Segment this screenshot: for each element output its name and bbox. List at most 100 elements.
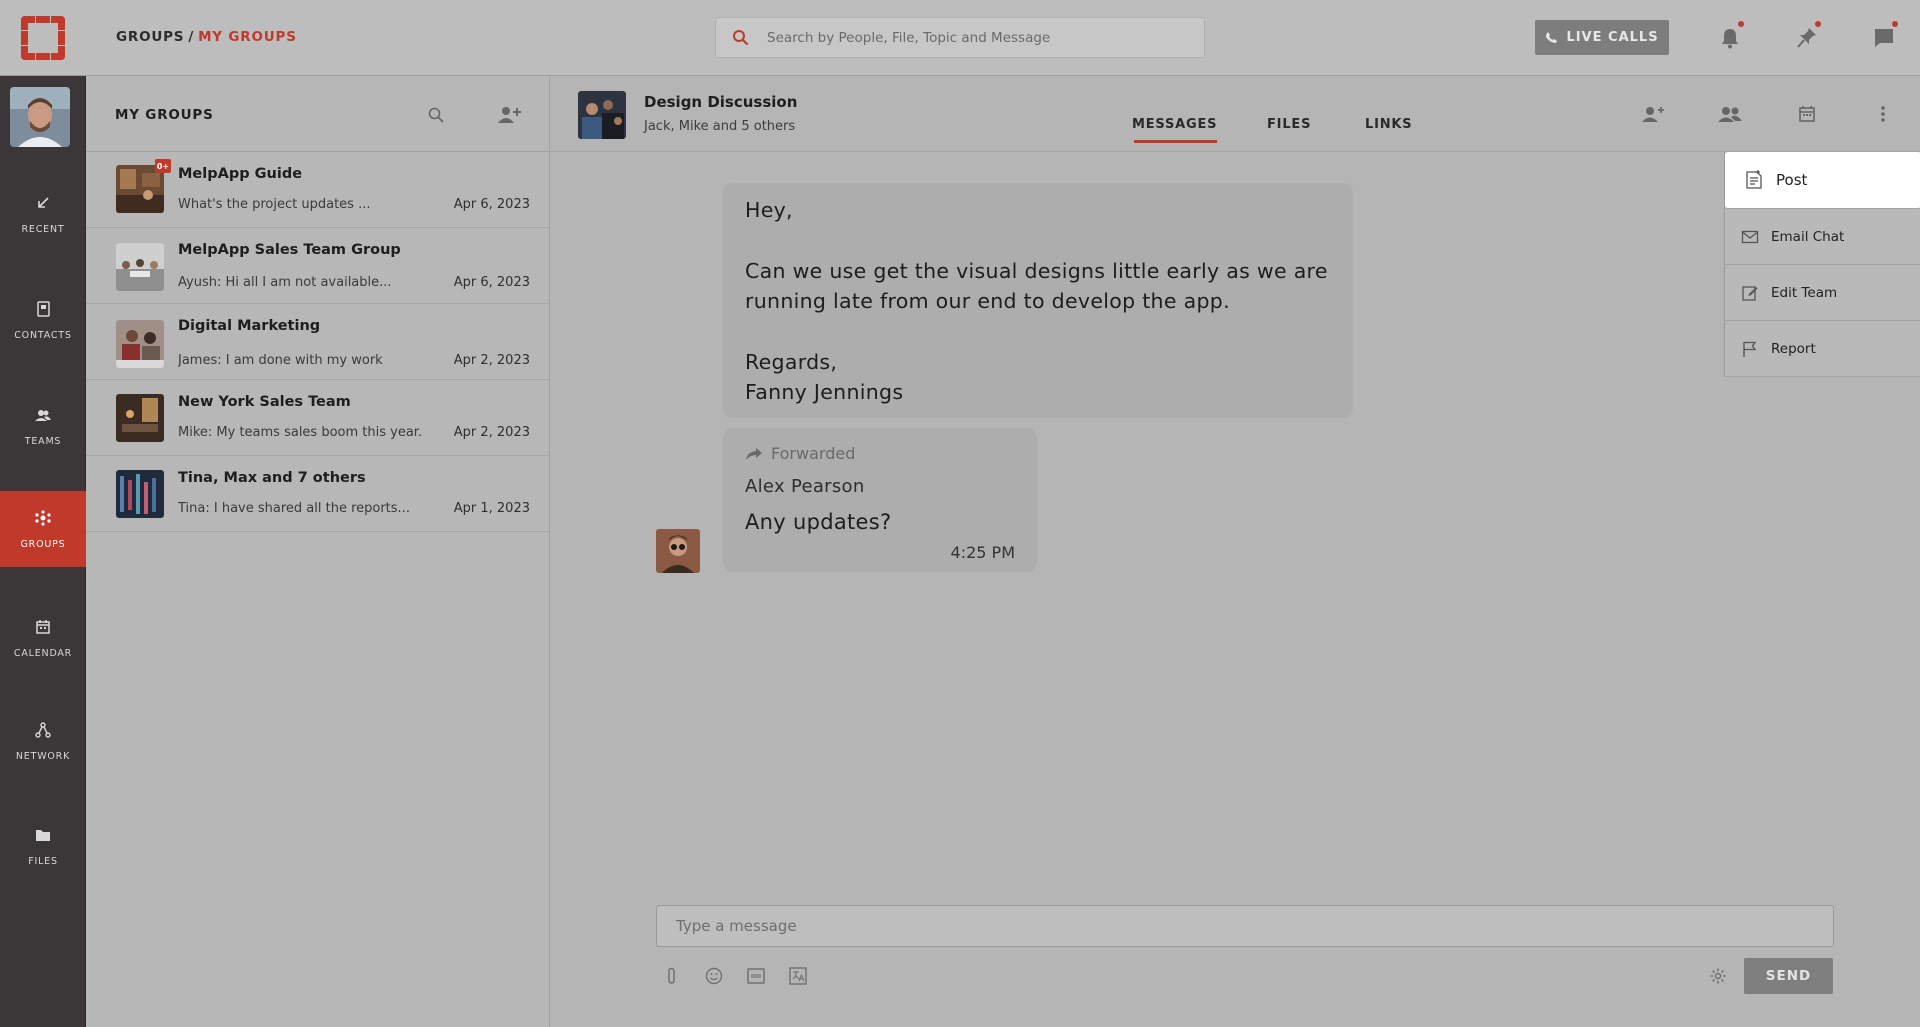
- add-group-member-button[interactable]: [496, 102, 522, 128]
- nav-files[interactable]: FILES: [0, 808, 86, 884]
- group-thumbnail-image: [116, 394, 164, 442]
- group-preview: Tina: I have shared all the reports...: [178, 501, 410, 516]
- composer-settings-button[interactable]: [1706, 964, 1730, 988]
- group-preview: What's the project updates ...: [178, 197, 371, 212]
- group-preview: James: I am done with my work: [178, 353, 383, 368]
- search-input[interactable]: [767, 29, 1187, 46]
- nav-recent[interactable]: RECENT: [0, 176, 86, 252]
- messages-button[interactable]: [1870, 21, 1898, 52]
- paperclip-icon: [668, 967, 675, 984]
- pin-icon: [1797, 28, 1816, 48]
- nav-files-label: FILES: [28, 855, 58, 867]
- breadcrumb-root[interactable]: GROUPS: [116, 29, 184, 45]
- attach-file-button[interactable]: [660, 964, 684, 988]
- forwarded-message-text: Any updates?: [745, 510, 892, 534]
- notification-dot: [1738, 21, 1744, 27]
- search-icon: [733, 30, 749, 46]
- message-composer[interactable]: [656, 905, 1834, 947]
- group-date: Apr 1, 2023: [453, 501, 530, 516]
- contacts-book-icon: [37, 300, 50, 317]
- app-logo[interactable]: [0, 0, 86, 76]
- nav-network-label: NETWORK: [15, 750, 71, 762]
- edit-icon: [1742, 285, 1758, 301]
- groups-list-panel: MY GROUPS 0+ MelpApp Guide What's the pr…: [86, 76, 550, 1027]
- top-bar: GROUPS/MY GROUPS LIVE CALLS: [86, 0, 1920, 76]
- group-name: New York Sales Team: [178, 394, 351, 410]
- message-input[interactable]: [676, 917, 1776, 935]
- folder-icon: [36, 829, 50, 841]
- logo-icon: [21, 15, 65, 60]
- sender-avatar[interactable]: [656, 529, 700, 573]
- post-icon: [1746, 170, 1762, 189]
- group-members-button[interactable]: [1717, 101, 1743, 127]
- nav-groups-label: GROUPS: [20, 538, 66, 550]
- nav-contacts-label: CONTACTS: [14, 329, 72, 341]
- group-name: Tina, Max and 7 others: [178, 470, 366, 486]
- group-list-item[interactable]: MelpApp Sales Team Group Ayush: Hi all I…: [86, 228, 550, 304]
- bell-icon: [1722, 29, 1738, 49]
- menu-item-email-chat[interactable]: Email Chat: [1725, 209, 1920, 265]
- forward-arrow-icon: [746, 447, 762, 460]
- add-participant-button[interactable]: [1640, 101, 1666, 127]
- forwarded-indicator: Forwarded: [745, 444, 855, 463]
- schedule-meeting-button[interactable]: [1794, 101, 1820, 127]
- nav-teams[interactable]: TEAMS: [0, 388, 86, 464]
- gif-icon: [747, 968, 765, 984]
- nav-contacts[interactable]: CONTACTS: [0, 282, 86, 358]
- breadcrumb-current: MY GROUPS: [198, 29, 297, 45]
- chat-members-summary[interactable]: Jack, Mike and 5 others: [644, 119, 795, 134]
- nav-teams-label: TEAMS: [24, 435, 62, 447]
- add-user-icon: [1642, 107, 1664, 122]
- chat-group-thumbnail[interactable]: [578, 91, 626, 139]
- group-list-item[interactable]: 0+ MelpApp Guide What's the project upda…: [86, 152, 550, 228]
- calendar-icon: [1799, 106, 1815, 122]
- gear-icon: [1710, 968, 1726, 984]
- menu-item-edit-team[interactable]: Edit Team: [1725, 265, 1920, 321]
- translate-icon: [789, 967, 807, 985]
- forwarded-message-bubble[interactable]: Forwarded Alex Pearson Any updates? 4:25…: [723, 428, 1037, 572]
- arrow-down-left-icon: [38, 196, 49, 208]
- tab-files[interactable]: FILES: [1267, 117, 1311, 132]
- gif-button[interactable]: [744, 964, 768, 988]
- add-user-icon: [498, 107, 521, 123]
- emoji-icon: [705, 967, 723, 985]
- nav-calendar[interactable]: CALENDAR: [0, 600, 86, 676]
- groups-list-title: MY GROUPS: [115, 107, 214, 123]
- tab-links[interactable]: LINKS: [1365, 117, 1412, 132]
- nav-groups[interactable]: GROUPS: [0, 491, 86, 567]
- nav-network[interactable]: NETWORK: [0, 703, 86, 779]
- message-body: Can we use get the visual designs little…: [745, 258, 1328, 314]
- more-options-button[interactable]: [1870, 101, 1896, 127]
- menu-item-edit-team-label: Edit Team: [1771, 284, 1838, 301]
- notifications-button[interactable]: [1716, 21, 1744, 52]
- tab-messages[interactable]: MESSAGES: [1132, 117, 1218, 143]
- message-closing: Regards,: [745, 349, 838, 374]
- group-thumbnail-image: [116, 470, 164, 518]
- emoji-button[interactable]: [702, 964, 726, 988]
- network-icon: [35, 721, 51, 738]
- group-date: Apr 6, 2023: [453, 275, 530, 290]
- phone-icon: [1546, 32, 1558, 43]
- global-search[interactable]: [715, 17, 1205, 58]
- chat-header: Design Discussion Jack, Mike and 5 other…: [550, 76, 1920, 152]
- group-search-button[interactable]: [423, 102, 449, 128]
- message-dot: [1892, 21, 1898, 27]
- live-calls-button[interactable]: LIVE CALLS: [1535, 20, 1669, 55]
- translate-button[interactable]: [786, 964, 810, 988]
- menu-item-report[interactable]: Report: [1725, 321, 1920, 377]
- group-list-item[interactable]: New York Sales Team Mike: My teams sales…: [86, 380, 550, 456]
- pins-button[interactable]: [1793, 21, 1821, 52]
- group-name: MelpApp Guide: [178, 166, 303, 182]
- teams-icon: [35, 409, 51, 421]
- menu-item-email-chat-label: Email Chat: [1771, 228, 1845, 245]
- group-list-item[interactable]: Digital Marketing James: I am done with …: [86, 304, 550, 380]
- search-icon: [428, 107, 444, 123]
- user-avatar[interactable]: [10, 87, 70, 147]
- user-avatar-image: [10, 87, 70, 147]
- send-button[interactable]: SEND: [1744, 958, 1833, 994]
- message-bubble[interactable]: Hey, Can we use get the visual designs l…: [723, 183, 1353, 418]
- kebab-menu-icon: [1881, 106, 1885, 122]
- group-date: Apr 6, 2023: [453, 197, 530, 212]
- group-list-item[interactable]: Tina, Max and 7 others Tina: I have shar…: [86, 456, 550, 532]
- menu-item-post[interactable]: Post: [1725, 152, 1920, 209]
